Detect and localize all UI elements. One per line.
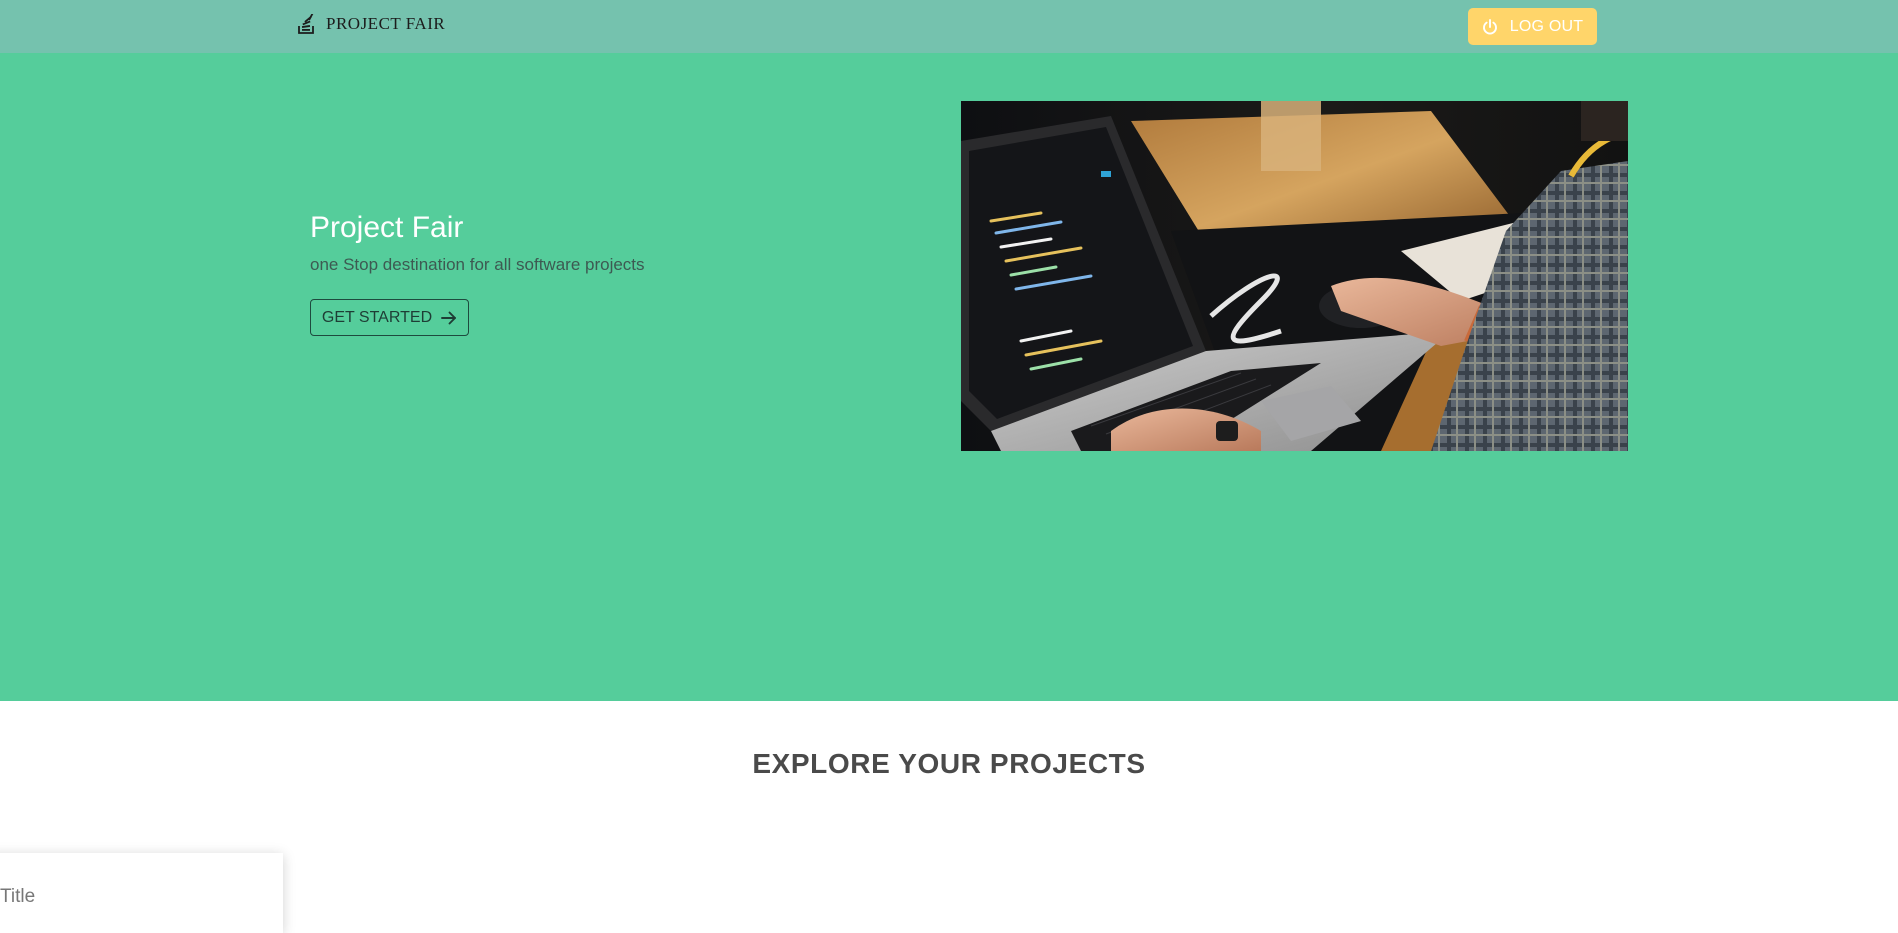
hero-subtitle: one Stop destination for all software pr… [310,255,645,274]
hero-image [961,101,1628,451]
power-icon [1482,18,1497,34]
navbar: PROJECT FAIR LOG OUT [0,0,1898,53]
explore-heading: EXPLORE YOUR PROJECTS [752,748,1146,779]
project-card[interactable]: Title [0,853,283,933]
project-card-title: Title [0,886,36,907]
get-started-button[interactable]: GET STARTED [310,299,469,336]
get-started-label: GET STARTED [321,308,433,326]
brand-link[interactable]: PROJECT FAIR [298,14,445,34]
hero-title: Project Fair [310,211,464,244]
logout-button[interactable]: LOG OUT [1468,8,1597,45]
logout-label: LOG OUT [1509,17,1584,35]
stack-overflow-icon [298,14,314,34]
brand-text: PROJECT FAIR [326,14,446,33]
arrow-right-icon [441,311,457,324]
hero-section: Project Fair one Stop destination for al… [0,53,1898,701]
